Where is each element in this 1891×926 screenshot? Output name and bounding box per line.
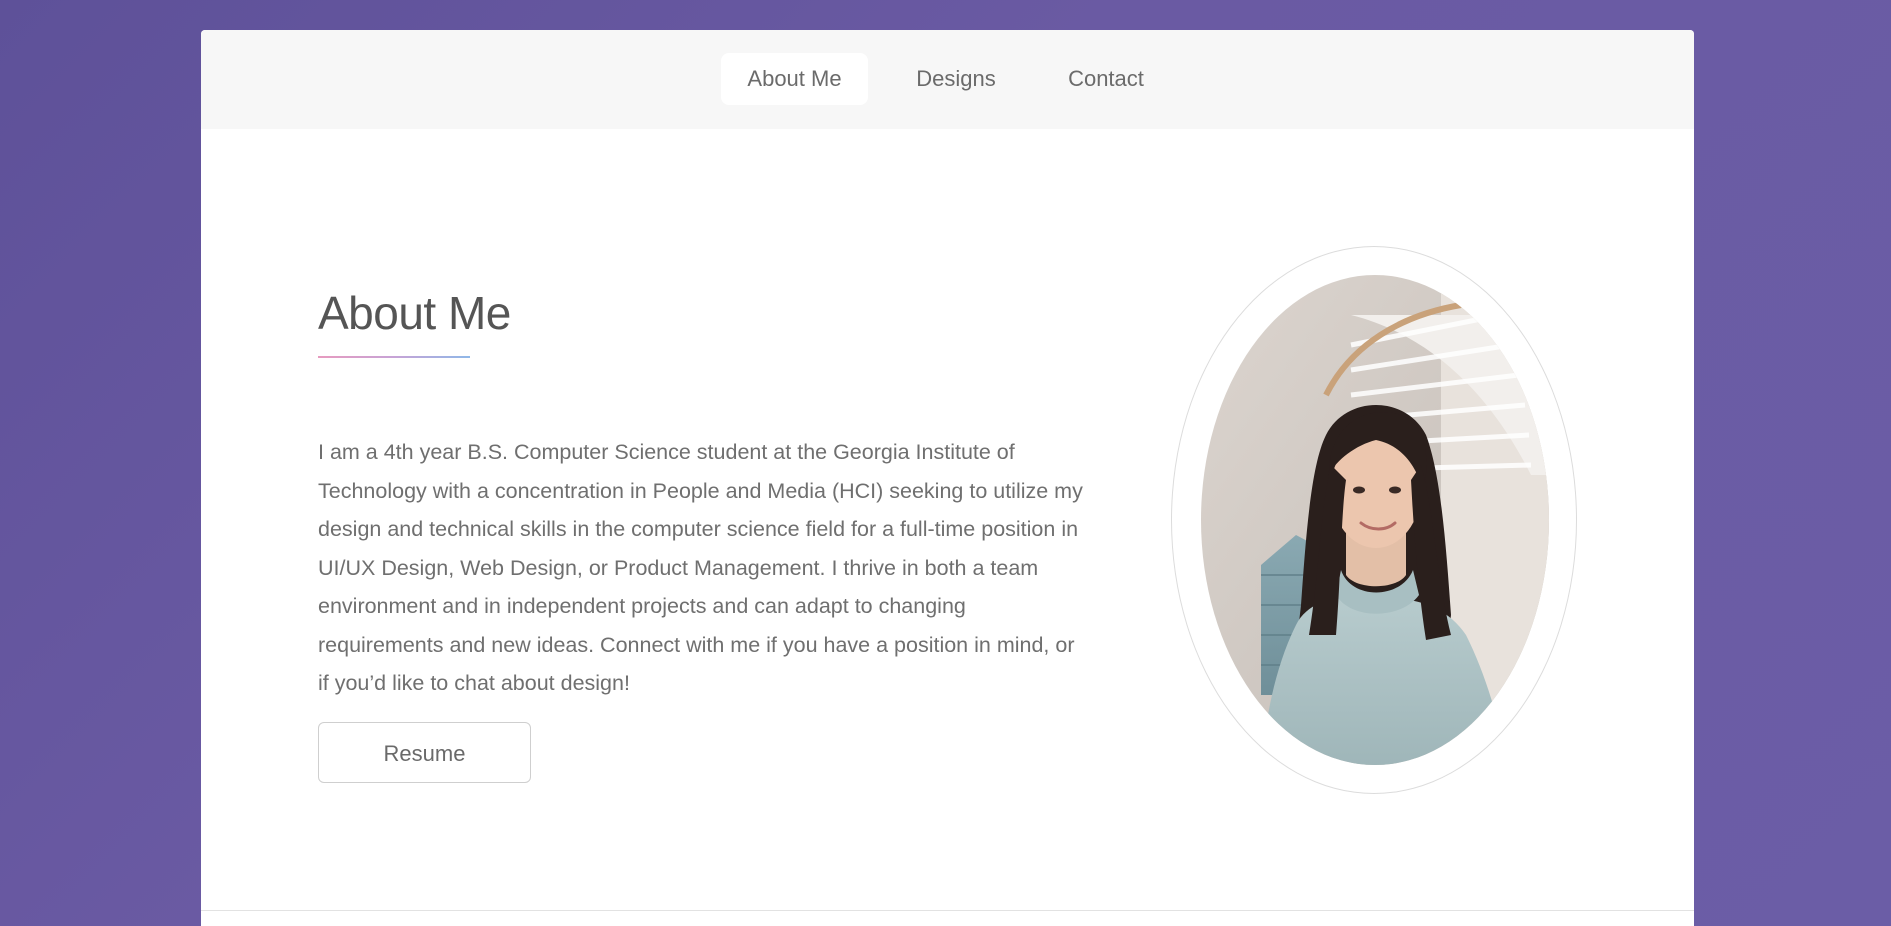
page-title: About Me	[318, 287, 511, 339]
top-navigation: About Me Designs Contact	[201, 30, 1694, 129]
resume-button[interactable]: Resume	[318, 722, 531, 783]
profile-photo	[1201, 275, 1549, 765]
about-bio-text: I am a 4th year B.S. Computer Science st…	[318, 440, 1083, 695]
section-divider	[201, 910, 1694, 911]
content-card: About Me Designs Contact About Me I am a…	[201, 30, 1694, 926]
title-divider	[318, 356, 470, 358]
nav-item-designs[interactable]: Designs	[901, 53, 1011, 105]
nav-item-contact[interactable]: Contact	[1051, 53, 1161, 105]
nav-item-about-me[interactable]: About Me	[721, 53, 868, 105]
